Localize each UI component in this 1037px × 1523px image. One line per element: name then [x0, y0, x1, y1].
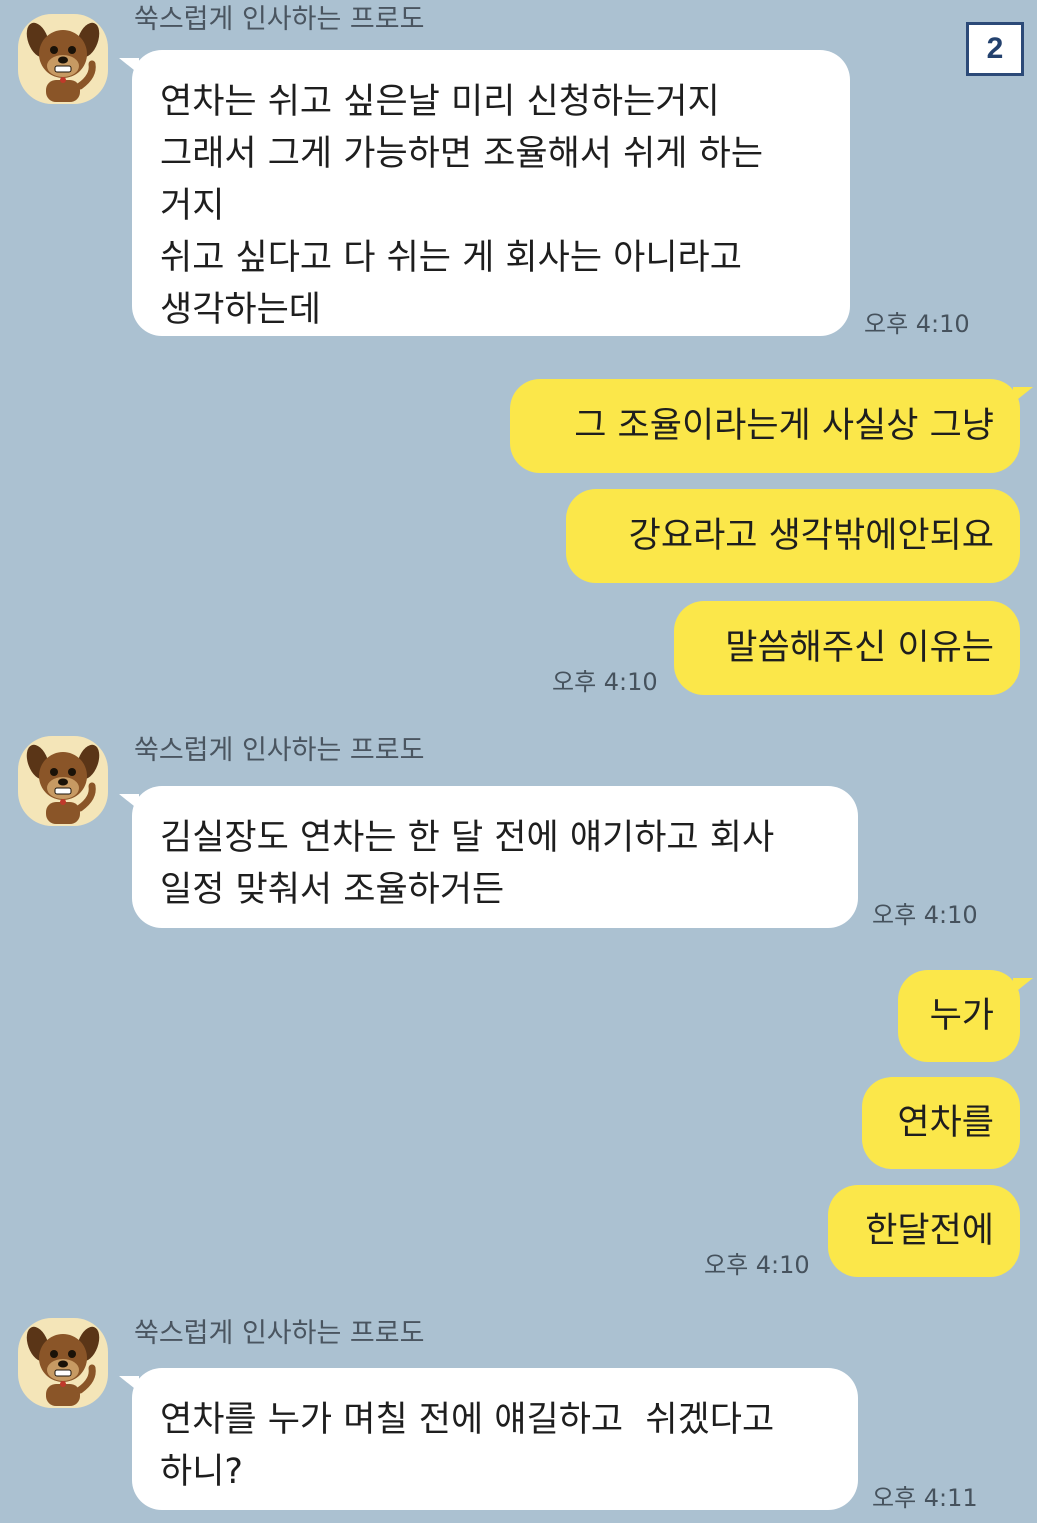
message-timestamp: 오후 4:10	[552, 668, 658, 696]
sender-name: 쑥스럽게 인사하는 프로도	[134, 4, 425, 35]
page-number-badge: 2	[966, 22, 1024, 76]
outgoing-message-bubble[interactable]: 강요라고 생각밖에안되요	[566, 489, 1020, 583]
message-timestamp: 오후 4:10	[704, 1251, 810, 1279]
outgoing-message-bubble[interactable]: 말씀해주신 이유는	[674, 601, 1020, 695]
sender-name: 쑥스럽게 인사하는 프로도	[134, 1318, 425, 1349]
incoming-message-bubble[interactable]: 연차를 누가 며칠 전에 얘길하고 쉬겠다고 하니?	[119, 1368, 858, 1510]
frodo-avatar-icon[interactable]	[18, 1318, 108, 1408]
message-timestamp: 오후 4:10	[864, 310, 970, 338]
outgoing-message-bubble[interactable]: 연차를	[862, 1077, 1020, 1169]
sender-name: 쑥스럽게 인사하는 프로도	[134, 735, 425, 766]
outgoing-message-bubble[interactable]: 그 조율이라는게 사실상 그냥	[510, 379, 1033, 473]
outgoing-message-bubble[interactable]: 한달전에	[828, 1185, 1020, 1277]
outgoing-message-bubble[interactable]: 누가	[898, 970, 1033, 1062]
frodo-avatar-icon[interactable]	[18, 14, 108, 104]
incoming-message-bubble[interactable]: 연차는 쉬고 싶은날 미리 신청하는거지 그래서 그게 가능하면 조율해서 쉬게…	[119, 50, 850, 336]
message-timestamp: 오후 4:10	[872, 901, 978, 929]
incoming-message-bubble[interactable]: 김실장도 연차는 한 달 전에 얘기하고 회사 일정 맞춰서 조율하거든	[119, 786, 858, 928]
message-timestamp: 오후 4:11	[872, 1484, 978, 1512]
frodo-avatar-icon[interactable]	[18, 736, 108, 826]
